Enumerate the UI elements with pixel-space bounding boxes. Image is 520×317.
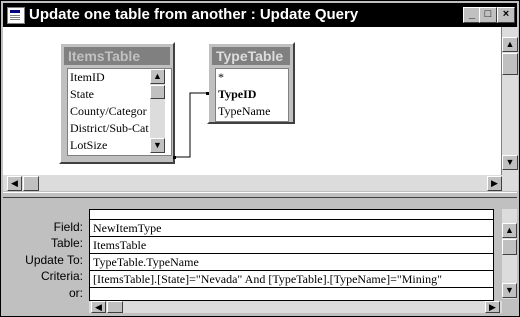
or-cell[interactable]	[90, 288, 493, 300]
query-design-grid-pane: Field: Table: Update To: Criteria: or: N…	[3, 199, 517, 313]
query-window: Update one table from another : Update Q…	[0, 0, 520, 317]
scroll-down-arrow-icon[interactable]: ▼	[502, 155, 518, 170]
row-label-table: Table:	[50, 236, 83, 250]
pane-splitter[interactable]	[3, 192, 517, 198]
scroll-left-arrow-icon[interactable]: ◀	[91, 301, 106, 313]
window-title: Update one table from another : Update Q…	[29, 6, 359, 23]
scroll-down-arrow-icon[interactable]: ▼	[502, 283, 517, 298]
scroll-right-arrow-icon[interactable]: ▶	[485, 301, 500, 313]
maximize-button[interactable]: □	[479, 7, 497, 23]
query-window-icon	[7, 7, 25, 24]
row-label-or: or:	[68, 286, 83, 300]
grid-horizontal-scrollbar[interactable]: ◀ ▶	[89, 301, 502, 313]
scroll-thumb[interactable]	[107, 301, 123, 313]
title-bar[interactable]: Update one table from another : Update Q…	[3, 3, 517, 27]
design-pane-vertical-scrollbar[interactable]: ▲ ▼	[502, 27, 518, 175]
table-cell[interactable]: ItemsTable	[90, 237, 493, 254]
scroll-up-arrow-icon[interactable]: ▲	[502, 223, 517, 238]
scroll-right-arrow-icon[interactable]: ▶	[487, 176, 502, 191]
row-label-criteria: Criteria:	[40, 269, 83, 283]
close-button[interactable]: ×	[497, 7, 515, 23]
query-grid: NewItemType ItemsTable TypeTable.TypeNam…	[89, 209, 494, 301]
row-label-field: Field:	[53, 220, 83, 234]
column-selector[interactable]	[90, 210, 493, 220]
update-to-cell[interactable]: TypeTable.TypeName	[90, 254, 493, 271]
grid-vertical-scrollbar[interactable]: ▲ ▼	[502, 209, 517, 299]
scroll-up-arrow-icon[interactable]: ▲	[502, 37, 518, 52]
join-line[interactable]	[3, 27, 501, 175]
design-pane-horizontal-scrollbar[interactable]: ◀ ▶	[3, 175, 518, 191]
row-label-update-to: Update To:	[25, 253, 83, 267]
scroll-thumb[interactable]	[23, 176, 39, 191]
scroll-thumb[interactable]	[502, 53, 518, 75]
scroll-left-arrow-icon[interactable]: ◀	[7, 176, 22, 191]
table-design-pane: ItemsTable ItemID State County/Categor D…	[3, 27, 502, 175]
field-cell[interactable]: NewItemType	[90, 220, 493, 237]
criteria-cell[interactable]: [ItemsTable].[State]="Nevada" And [TypeT…	[90, 271, 493, 288]
scroll-thumb[interactable]	[502, 239, 517, 255]
